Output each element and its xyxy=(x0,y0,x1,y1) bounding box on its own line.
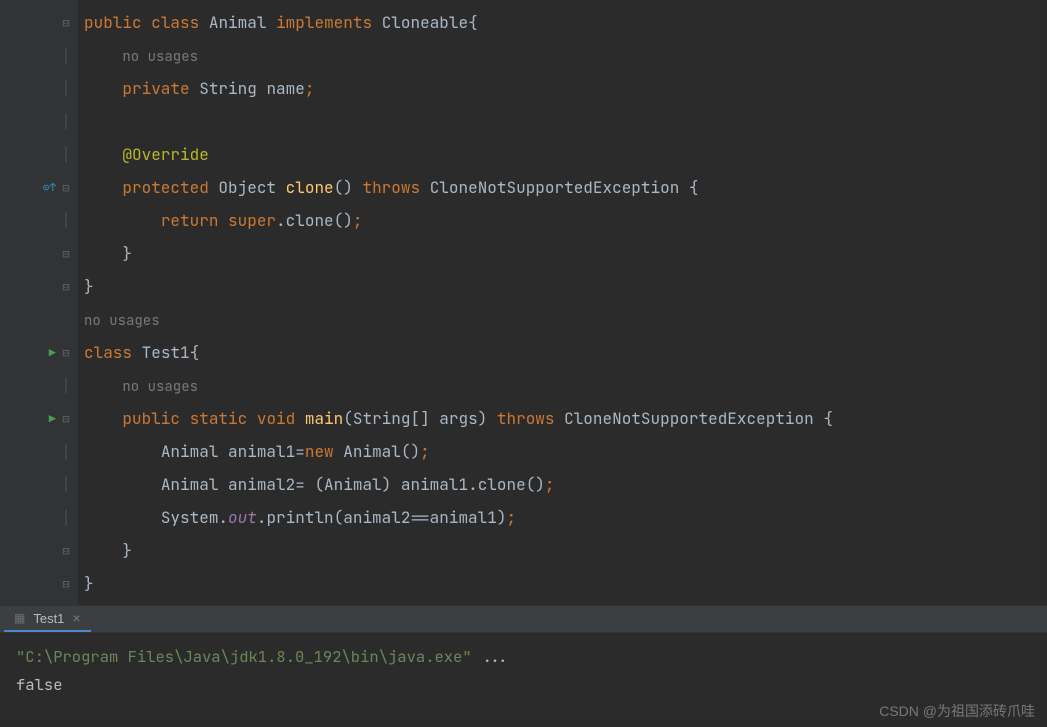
code-line[interactable]: } xyxy=(84,237,1047,270)
fold-guide: │ xyxy=(60,378,72,394)
fold-guide: │ xyxy=(60,81,72,97)
gutter: ⊟ │ │ │ │ ⊙↑⊟ │ ⊟ ⊟ ▶⊟ │ ▶⊟ │ │ │ ⊟ ⊟ xyxy=(0,0,78,605)
gutter-row[interactable]: ▶⊟ xyxy=(0,336,78,369)
watermark: CSDN @为祖国添砖爪哇 xyxy=(879,701,1035,721)
tab-label: Test1 xyxy=(33,611,64,626)
gutter-row[interactable] xyxy=(0,303,78,336)
code-line[interactable]: private String name; xyxy=(84,72,1047,105)
fold-guide: │ xyxy=(60,114,72,130)
gutter-row[interactable]: │ xyxy=(0,204,78,237)
fold-icon[interactable]: ⊟ xyxy=(60,180,72,196)
fold-end-icon[interactable]: ⊟ xyxy=(60,246,72,262)
gutter-row[interactable]: ⊙↑ ⊟ xyxy=(0,171,78,204)
fold-guide: │ xyxy=(60,213,72,229)
code-line[interactable]: System.out.println(animal2==animal1); xyxy=(84,501,1047,534)
run-icon[interactable]: ▶ xyxy=(49,345,56,361)
inlay-hint: no usages xyxy=(122,48,198,66)
code-line[interactable]: } xyxy=(84,534,1047,567)
fold-guide: │ xyxy=(60,147,72,163)
code-line[interactable] xyxy=(84,105,1047,138)
code-area[interactable]: public class Animal implements Cloneable… xyxy=(78,0,1047,605)
gutter-row[interactable]: │ xyxy=(0,105,78,138)
gutter-row[interactable]: ⊟ xyxy=(0,6,78,39)
gutter-row[interactable]: │ xyxy=(0,72,78,105)
code-line[interactable]: no usages xyxy=(84,39,1047,72)
fold-end-icon[interactable]: ⊟ xyxy=(60,279,72,295)
gutter-row[interactable]: │ xyxy=(0,39,78,72)
fold-icon[interactable]: ⊟ xyxy=(60,345,72,361)
gutter-row[interactable]: ▶⊟ xyxy=(0,402,78,435)
gutter-row[interactable]: ⊟ xyxy=(0,567,78,600)
gutter-row[interactable]: │ xyxy=(0,435,78,468)
gutter-row[interactable]: ⊟ xyxy=(0,237,78,270)
gutter-row[interactable]: ⊟ xyxy=(0,270,78,303)
code-line[interactable]: @Override xyxy=(84,138,1047,171)
tab-test1[interactable]: ▦ Test1 × xyxy=(4,606,91,632)
code-line[interactable]: return super.clone(); xyxy=(84,204,1047,237)
fold-icon[interactable]: ⊟ xyxy=(60,15,72,31)
code-line[interactable]: } xyxy=(84,567,1047,600)
fold-guide: │ xyxy=(60,48,72,64)
code-line[interactable]: no usages xyxy=(84,369,1047,402)
editor-area: ⊟ │ │ │ │ ⊙↑⊟ │ ⊟ ⊟ ▶⊟ │ ▶⊟ │ │ │ ⊟ ⊟ pu… xyxy=(0,0,1047,605)
gutter-row[interactable]: ⊟ xyxy=(0,534,78,567)
code-line[interactable]: class Test1{ xyxy=(84,336,1047,369)
code-line[interactable]: no usages xyxy=(84,303,1047,336)
close-icon[interactable]: × xyxy=(72,610,80,626)
gutter-row[interactable]: │ xyxy=(0,468,78,501)
fold-icon[interactable]: ⊟ xyxy=(60,411,72,427)
fold-guide: │ xyxy=(60,444,72,460)
console-line: "C:\Program Files\Java\jdk1.8.0_192\bin\… xyxy=(16,643,1031,671)
run-tabs: ▦ Test1 × xyxy=(0,605,1047,633)
run-icon[interactable]: ▶ xyxy=(49,411,56,427)
fold-guide: │ xyxy=(60,510,72,526)
fold-end-icon[interactable]: ⊟ xyxy=(60,576,72,592)
console-line: false xyxy=(16,671,1031,699)
inlay-hint: no usages xyxy=(84,312,160,330)
code-line[interactable]: } xyxy=(84,270,1047,303)
fold-guide: │ xyxy=(60,477,72,493)
gutter-row[interactable]: │ xyxy=(0,501,78,534)
gutter-row[interactable]: │ xyxy=(0,369,78,402)
gutter-row[interactable]: │ xyxy=(0,138,78,171)
code-line[interactable]: public static void main(String[] args) t… xyxy=(84,402,1047,435)
fold-end-icon[interactable]: ⊟ xyxy=(60,543,72,559)
run-config-icon: ▦ xyxy=(14,611,25,625)
code-line[interactable]: protected Object clone() throws CloneNot… xyxy=(84,171,1047,204)
override-icon[interactable]: ⊙↑ xyxy=(43,181,56,195)
code-line[interactable]: Animal animal2= (Animal) animal1.clone()… xyxy=(84,468,1047,501)
code-line[interactable]: public class Animal implements Cloneable… xyxy=(84,6,1047,39)
code-line[interactable]: Animal animal1=new Animal(); xyxy=(84,435,1047,468)
inlay-hint: no usages xyxy=(122,378,198,396)
